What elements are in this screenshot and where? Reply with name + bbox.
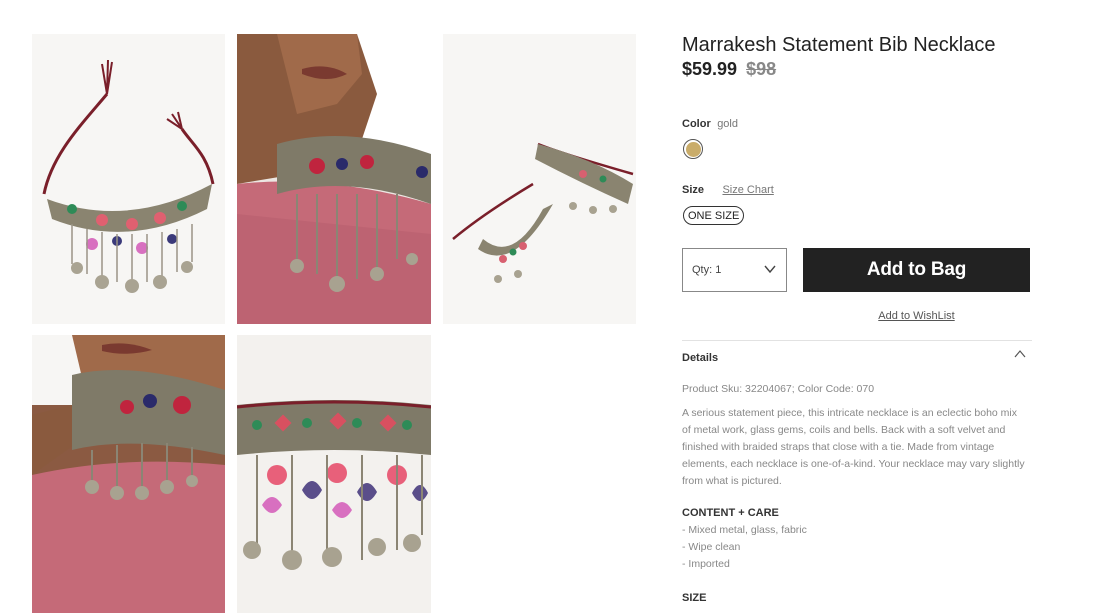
- price-row: $59.99 $98: [682, 59, 776, 80]
- chevron-up-icon[interactable]: [1014, 349, 1026, 359]
- quantity-value: Qty: 1: [692, 264, 722, 276]
- color-label: Color: [682, 118, 711, 130]
- add-to-bag-button[interactable]: Add to Bag: [803, 248, 1030, 292]
- product-image-detail[interactable]: [237, 335, 431, 613]
- necklace-full-length-illustration: [443, 34, 636, 324]
- product-sku: Product Sku: 32204067; Color Code: 070: [682, 383, 875, 395]
- product-image-flatlay[interactable]: [32, 34, 225, 324]
- add-to-wishlist-link[interactable]: Add to WishList: [803, 310, 1030, 322]
- color-selector-label: Color gold: [682, 114, 738, 132]
- care-item: - Imported: [682, 558, 730, 570]
- size-option-one-size[interactable]: ONE SIZE: [683, 206, 745, 225]
- section-divider: [682, 340, 1032, 341]
- sale-price: $59.99: [682, 59, 738, 79]
- details-header[interactable]: Details: [682, 352, 718, 364]
- size-label: Size: [682, 184, 705, 196]
- product-image-model-closeup[interactable]: [237, 34, 431, 324]
- product-description: A serious statement piece, this intricat…: [682, 407, 1025, 487]
- quantity-select[interactable]: Qty: 1: [682, 248, 787, 292]
- size-chart-link[interactable]: Size Chart: [722, 184, 773, 196]
- color-selected-value: gold: [717, 118, 738, 130]
- product-image-model-front[interactable]: [32, 335, 225, 613]
- model-front-illustration: [32, 335, 225, 613]
- original-price: $98: [746, 59, 777, 79]
- swatch-fill: [685, 141, 701, 157]
- necklace-flatlay-illustration: [32, 34, 225, 324]
- size-selector-label: Size Size Chart: [682, 180, 774, 198]
- product-title: Marrakesh Statement Bib Necklace: [682, 34, 996, 56]
- content-care-header: CONTENT + CARE: [682, 507, 779, 519]
- necklace-detail-illustration: [237, 335, 431, 613]
- model-wearing-necklace-illustration: [237, 34, 431, 324]
- chevron-down-icon: [764, 265, 776, 274]
- size-section-header: SIZE: [682, 592, 707, 604]
- color-swatch-gold[interactable]: [683, 139, 703, 159]
- product-image-full-length[interactable]: [443, 34, 636, 324]
- care-item: - Wipe clean: [682, 541, 741, 553]
- care-item: - Mixed metal, glass, fabric: [682, 524, 807, 536]
